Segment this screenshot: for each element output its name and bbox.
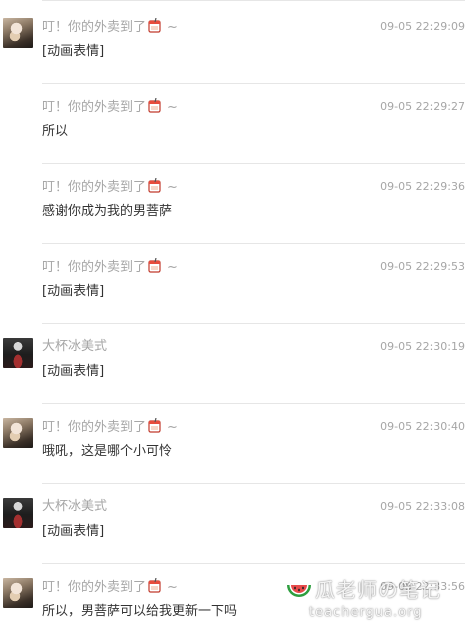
chat-message: 大杯冰美式 09-05 22:30:19 [动画表情] <box>0 323 471 403</box>
message-separator <box>42 83 465 84</box>
message-time: 09-05 22:29:53 <box>380 260 465 273</box>
sender-name: 叮！你的外卖到了 ~ <box>42 577 178 599</box>
message-time: 09-05 22:30:40 <box>380 420 465 433</box>
sender-name-text: 叮！你的外卖到了 <box>42 20 147 35</box>
sender-name: 叮！你的外卖到了 ~ <box>42 417 178 439</box>
bubble-tea-cup-icon <box>147 17 162 39</box>
bubble-tea-cup-icon <box>147 97 162 119</box>
message-time: 09-05 22:29:09 <box>380 20 465 33</box>
sender-name: 叮！你的外卖到了 ~ <box>42 257 178 279</box>
bubble-tea-cup-icon <box>147 257 162 279</box>
message-text[interactable]: [动画表情] <box>42 42 104 62</box>
message-text[interactable]: [动画表情] <box>42 522 104 542</box>
message-separator <box>42 243 465 244</box>
watermark-url: teachergua.org <box>309 605 423 620</box>
message-separator <box>42 163 465 164</box>
sender-name-text: 叮！你的外卖到了 <box>42 420 147 435</box>
message-text[interactable]: 所以，男菩萨可以给我更新一下吗 <box>42 602 237 622</box>
chat-history-list: 叮！你的外卖到了 ~ 09-05 22:29:09 [动画表情] 叮！你的外卖到了… <box>0 0 471 625</box>
sender-name-text: 叮！你的外卖到了 <box>42 180 147 195</box>
message-text[interactable]: 所以 <box>42 122 68 142</box>
sender-name-text: 大杯冰美式 <box>42 499 108 514</box>
avatar[interactable] <box>3 418 33 448</box>
chat-message: 叮！你的外卖到了 ~ 09-05 22:29:27 所以 <box>0 83 471 163</box>
bubble-tea-cup-icon <box>147 177 162 199</box>
sender-name: 叮！你的外卖到了 ~ <box>42 17 178 39</box>
sender-name: 叮！你的外卖到了 ~ <box>42 177 178 199</box>
name-suffix: ~ <box>167 20 178 35</box>
message-separator <box>42 563 465 564</box>
bubble-tea-cup-icon <box>147 577 162 599</box>
sender-name-text: 叮！你的外卖到了 <box>42 100 147 115</box>
sender-name-text: 叮！你的外卖到了 <box>42 260 147 275</box>
message-separator <box>42 323 465 324</box>
chat-message: 叮！你的外卖到了 ~ 09-05 22:29:09 [动画表情] <box>0 0 471 83</box>
chat-message: 叮！你的外卖到了 ~ 09-05 22:29:53 [动画表情] <box>0 243 471 323</box>
message-time: 09-05 22:33:08 <box>380 500 465 513</box>
avatar[interactable] <box>3 498 33 528</box>
watermark-title: 瓜老师の笔记 <box>315 578 441 602</box>
message-separator <box>42 403 465 404</box>
watermark: 瓜老师の笔记 teachergua.org <box>285 576 471 625</box>
sender-name-text: 大杯冰美式 <box>42 339 108 354</box>
name-suffix: ~ <box>167 260 178 275</box>
message-separator <box>42 0 465 1</box>
chat-message: 大杯冰美式 09-05 22:33:08 [动画表情] <box>0 483 471 563</box>
name-suffix: ~ <box>167 580 178 595</box>
name-suffix: ~ <box>167 180 178 195</box>
avatar[interactable] <box>3 578 33 608</box>
chat-message: 叮！你的外卖到了 ~ 09-05 22:30:40 哦吼，这是哪个小可怜 <box>0 403 471 483</box>
avatar[interactable] <box>3 338 33 368</box>
avatar[interactable] <box>3 18 33 48</box>
message-separator <box>42 483 465 484</box>
message-time: 09-05 22:29:36 <box>380 180 465 193</box>
sender-name: 大杯冰美式 <box>42 338 107 356</box>
message-text[interactable]: [动画表情] <box>42 282 104 302</box>
sender-name: 叮！你的外卖到了 ~ <box>42 97 178 119</box>
chat-message: 叮！你的外卖到了 ~ 09-05 22:29:36 感谢你成为我的男菩萨 <box>0 163 471 243</box>
message-text[interactable]: 感谢你成为我的男菩萨 <box>42 202 172 222</box>
bubble-tea-cup-icon <box>147 417 162 439</box>
message-text[interactable]: 哦吼，这是哪个小可怜 <box>42 442 172 462</box>
sender-name: 大杯冰美式 <box>42 498 107 516</box>
name-suffix: ~ <box>167 420 178 435</box>
message-time: 09-05 22:30:19 <box>380 340 465 353</box>
message-time: 09-05 22:29:27 <box>380 100 465 113</box>
message-text[interactable]: [动画表情] <box>42 362 104 382</box>
sender-name-text: 叮！你的外卖到了 <box>42 580 147 595</box>
name-suffix: ~ <box>167 100 178 115</box>
